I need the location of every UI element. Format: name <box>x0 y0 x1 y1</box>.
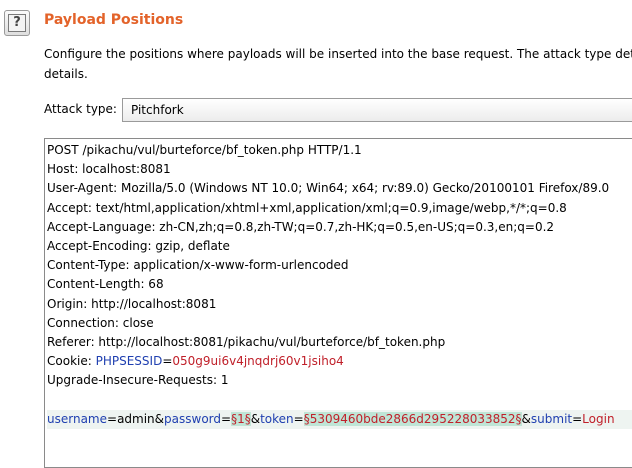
panel-description: Configure the positions where payloads w… <box>44 47 632 81</box>
request-body: username=admin&password=§1§&token=§53094… <box>47 409 632 429</box>
payload-position-token[interactable]: §5309460bde2866d295228033852§ <box>303 411 522 426</box>
header-accept: Accept: text/html,application/xhtml+xml,… <box>47 200 567 215</box>
param-value-submit: Login <box>582 411 615 426</box>
help-button[interactable]: ? <box>4 10 30 36</box>
header-content-length: Content-Length: 68 <box>47 277 164 292</box>
param-name-token: token <box>260 411 294 426</box>
ampersand: & <box>521 411 531 426</box>
header-connection: Connection: close <box>47 315 154 330</box>
header-accept-encoding: Accept-Encoding: gzip, deflate <box>47 238 230 253</box>
request-line: POST /pikachu/vul/burteforce/bf_token.ph… <box>47 143 362 157</box>
panel-title: Payload Positions <box>44 12 184 28</box>
equals-sign: = <box>572 411 583 426</box>
equals-sign: = <box>293 411 304 426</box>
header-origin: Origin: http://localhost:8081 <box>47 296 217 311</box>
header-content-type: Content-Type: application/x-www-form-url… <box>47 258 349 273</box>
equals-sign: = <box>221 411 232 426</box>
header-accept-language: Accept-Language: zh-CN,zh;q=0.8,zh-TW;q=… <box>47 219 555 234</box>
question-icon: ? <box>8 14 26 32</box>
header-upgrade-insecure: Upgrade-Insecure-Requests: 1 <box>47 373 229 388</box>
request-editor[interactable]: POST /pikachu/vul/burteforce/bf_token.ph… <box>44 138 632 468</box>
attack-type-select[interactable]: Pitchfork <box>122 98 632 122</box>
cookie-value: 050g9ui6v4jnqdrj60v1jsiho4 <box>172 354 344 369</box>
param-name-password: password <box>164 411 222 426</box>
payload-position-password[interactable]: §1§ <box>231 411 251 426</box>
param-name-submit: submit <box>530 411 573 426</box>
cookie-prefix: Cookie: <box>47 354 96 369</box>
cookie-name: PHPSESSID <box>95 354 163 369</box>
attack-type-label: Attack type: <box>44 102 117 116</box>
ampersand: & <box>250 411 261 426</box>
ampersand: & <box>154 411 165 426</box>
header-referer: Referer: http://localhost:8081/pikachu/v… <box>47 334 446 349</box>
header-cookie: Cookie: PHPSESSID=050g9ui6v4jnqdrj60v1js… <box>47 352 632 371</box>
header-user-agent: User-Agent: Mozilla/5.0 (Windows NT 10.0… <box>47 181 610 196</box>
equals-sign: = <box>107 411 118 426</box>
param-name-username: username <box>47 411 107 426</box>
param-value-username: admin <box>117 411 155 426</box>
header-host: Host: localhost:8081 <box>47 162 171 177</box>
cookie-equals: = <box>162 354 173 369</box>
